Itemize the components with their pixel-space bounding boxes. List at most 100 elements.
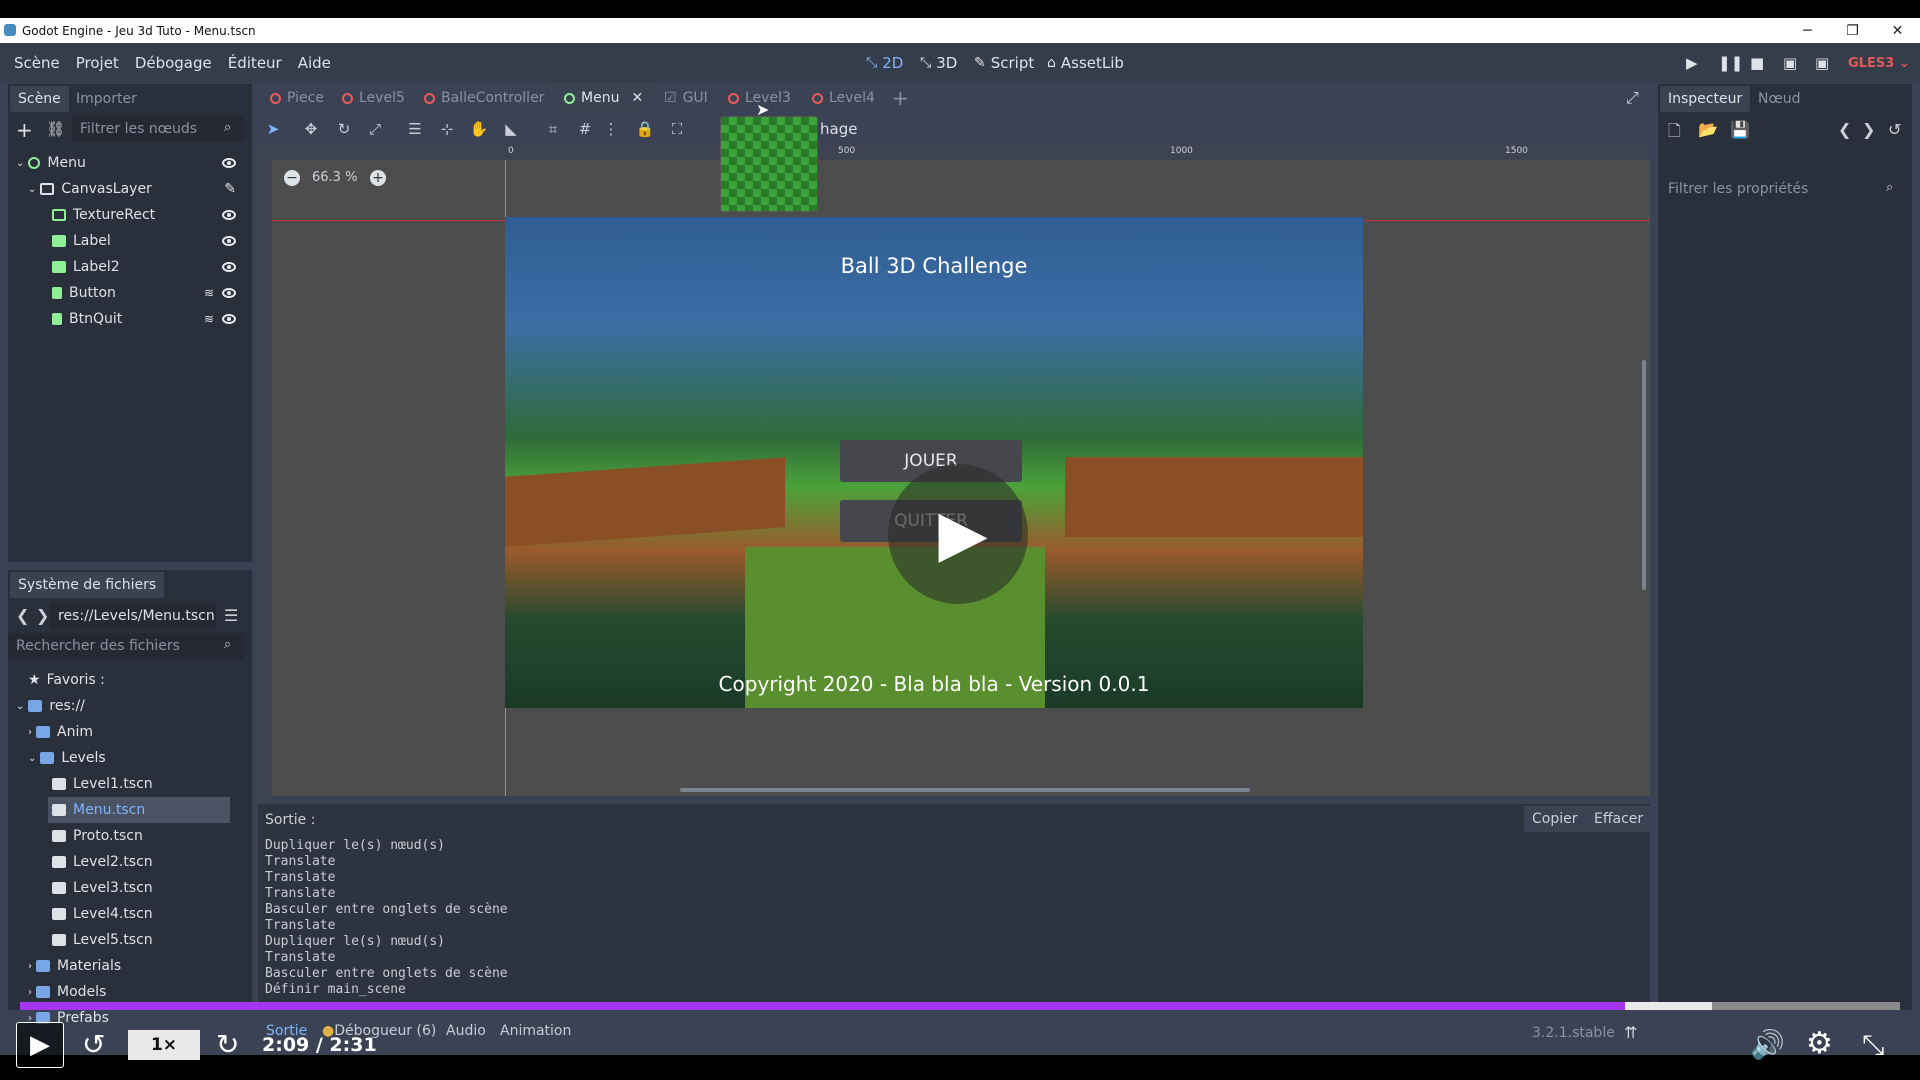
settings-gear-icon[interactable]: ⚙ [1806,1026,1833,1061]
mode-3d-button[interactable]: ⤡ 3D [920,43,957,83]
bottom-tab-animation[interactable]: Animation [500,1023,571,1039]
node-button[interactable]: Button ≋ [52,280,248,306]
fs-file-level4[interactable]: Level4.tscn [52,901,153,927]
mode-2d-button[interactable]: ⤡ 2D [866,43,903,83]
scene-tab-level4[interactable]: Level4 [804,82,883,114]
node-btnquit[interactable]: BtnQuit ≋ [52,306,248,332]
list-select-icon[interactable]: ☰ [404,118,426,140]
tab-import[interactable]: Importer [68,86,145,112]
forward-icon[interactable]: ↻ [216,1028,239,1061]
exit-fullscreen-icon[interactable]: ⤡ [1862,1028,1884,1062]
fs-folder-anim[interactable]: › Anim [28,719,93,745]
menu-debug[interactable]: Débogage [127,54,220,72]
fs-file-level2[interactable]: Level2.tscn [52,849,153,875]
list-view-icon[interactable]: ☰ [224,606,238,625]
script-icon[interactable]: ✎ [224,181,236,197]
fs-file-level5[interactable]: Level5.tscn [52,927,153,953]
scene-tab-gui[interactable]: ☑ GUI [656,82,716,114]
tab-inspector[interactable]: Inspecteur [1660,86,1751,112]
fs-file-level1[interactable]: Level1.tscn [52,771,153,797]
clear-output-button[interactable]: Effacer [1586,806,1652,832]
visibility-icon[interactable] [222,288,236,298]
node-filter-input[interactable]: Filtrer les nœuds [72,116,244,142]
close-tab-icon[interactable]: ✕ [631,90,643,106]
zoom-out-icon[interactable]: − [284,170,300,186]
snap-icon[interactable]: ⌗ [542,118,564,140]
move-tool-icon[interactable]: ✥ [300,118,322,140]
node-menu[interactable]: ⌄ Menu [16,150,248,176]
restore-icon[interactable]: ❐ [1830,18,1875,43]
history-forward-icon[interactable]: ❯ [1862,120,1875,139]
video-play-button[interactable]: ▶ [16,1022,64,1068]
visibility-icon[interactable] [222,314,236,324]
copy-output-button[interactable]: Copier [1524,806,1586,832]
pivot-tool-icon[interactable]: ⊹ [436,118,458,140]
zoom-level[interactable]: 66.3 % [312,170,357,185]
new-resource-icon[interactable]: 🗋 [1668,120,1681,147]
fs-res-root[interactable]: ⌄ res:// [16,693,85,719]
node-label[interactable]: Label [52,228,248,254]
mode-assetlib-button[interactable]: ⌂ AssetLib [1047,43,1124,83]
group-icon[interactable]: ⛶ [666,118,688,140]
add-scene-tab-icon[interactable]: + [892,86,909,110]
rewind-icon[interactable]: ↺ [82,1028,105,1061]
save-resource-icon[interactable]: 💾 [1730,120,1750,139]
link-icon[interactable]: ⛓ [46,120,65,138]
add-node-icon[interactable]: + [16,118,33,142]
visibility-icon[interactable] [222,262,236,272]
play-scene-button[interactable]: ▶ [1686,43,1698,83]
video-play-overlay-icon[interactable]: ▶ [888,464,1028,604]
mode-script-button[interactable]: ✎ Script [974,43,1034,83]
visibility-icon[interactable] [222,236,236,246]
fs-folder-levels[interactable]: ⌄ Levels [28,745,106,771]
close-window-icon[interactable]: ✕ [1875,18,1920,43]
fs-folder-materials[interactable]: › Materials [28,953,121,979]
fs-file-level3[interactable]: Level3.tscn [52,875,153,901]
viewport-scrollbar-h[interactable] [680,788,1250,792]
scene-tab-piece[interactable]: Piece [262,82,332,114]
scene-tab-menu[interactable]: Menu ✕ [556,82,652,114]
node-texturerect[interactable]: TextureRect [52,202,248,228]
tab-node[interactable]: Nœud [1750,86,1809,112]
property-filter-input[interactable]: Filtrer les propriétés [1660,176,1904,202]
nav-forward-icon[interactable]: ❯ [36,606,49,625]
stop-button[interactable]: ■ [1750,43,1764,83]
more-options-icon[interactable]: ⋮ [600,118,622,140]
signal-icon[interactable]: ≋ [204,286,214,300]
history-icon[interactable]: ↺ [1888,120,1901,139]
lock-icon[interactable]: 🔒 [634,118,656,140]
history-back-icon[interactable]: ❮ [1838,120,1851,139]
open-resource-icon[interactable]: 📂 [1698,120,1718,139]
scale-tool-icon[interactable]: ⤢ [364,118,386,140]
menu-scene[interactable]: Scène [6,54,68,72]
bottom-tab-audio[interactable]: Audio [446,1023,486,1039]
nav-back-icon[interactable]: ❮ [16,606,29,625]
select-tool-icon[interactable]: ➤ [262,118,284,140]
node-label2[interactable]: Label2 [52,254,248,280]
distraction-free-icon[interactable]: ⤢ [1626,88,1639,108]
volume-icon[interactable]: 🔊 [1750,1028,1785,1061]
fs-file-proto[interactable]: Proto.tscn [52,823,143,849]
fs-path-input[interactable]: res://Levels/Menu.tscn [50,603,216,629]
scene-tab-level5[interactable]: Level5 [334,82,413,114]
menu-project[interactable]: Projet [68,54,127,72]
menu-help[interactable]: Aide [290,54,339,72]
tab-filesystem[interactable]: Système de fichiers [10,572,165,598]
grid-snap-icon[interactable]: # [574,118,596,140]
visibility-icon[interactable] [222,210,236,220]
fs-favorites[interactable]: ★ Favoris : [28,667,105,693]
renderer-select[interactable]: GLES3 ⌄ [1848,43,1910,83]
file-search-input[interactable]: Rechercher des fichiers [8,633,244,659]
play-current-scene-icon[interactable]: ▣ [1783,43,1797,83]
menu-editor[interactable]: Éditeur [220,54,290,72]
signal-icon[interactable]: ≋ [204,312,214,326]
pause-button[interactable]: ❚❚ [1718,43,1743,83]
scene-tab-ballecontroller[interactable]: BalleController [416,82,552,114]
rotate-tool-icon[interactable]: ↻ [333,118,355,140]
tab-scene[interactable]: Scène [10,86,69,112]
ruler-tool-icon[interactable]: ◣ [500,118,522,140]
zoom-in-icon[interactable]: + [370,170,386,186]
pan-tool-icon[interactable]: ✋ [468,118,490,140]
playback-speed-button[interactable]: 1× [128,1030,200,1060]
minimize-icon[interactable]: ─ [1785,18,1830,43]
